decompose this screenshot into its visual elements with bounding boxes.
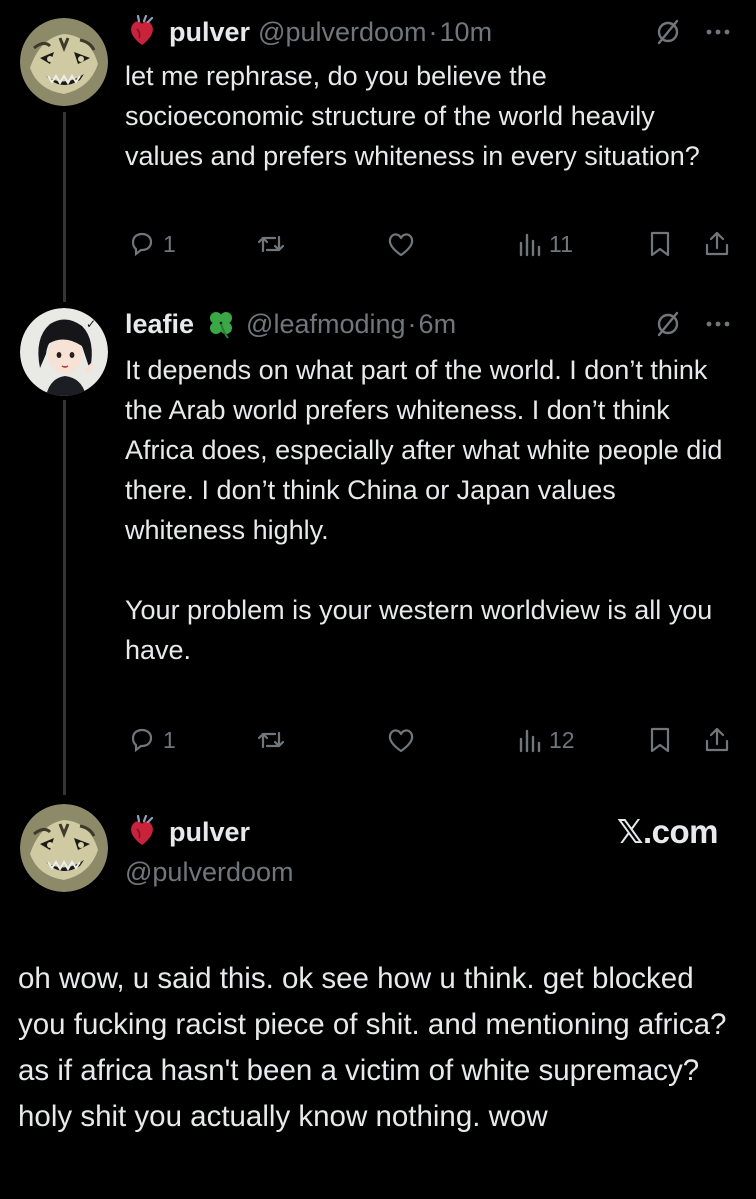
like-button[interactable] xyxy=(385,725,417,755)
views-count: 11 xyxy=(549,230,573,257)
avatar-pulver-quote[interactable] xyxy=(20,804,108,892)
thread-line-1 xyxy=(63,112,66,302)
quote-author-name[interactable]: pulver xyxy=(169,817,250,848)
views-button[interactable]: 12 xyxy=(517,725,575,755)
tweet-2-actions: 1 12 xyxy=(125,722,732,758)
tweet-header: leafie @leafmoding · 6m xyxy=(125,304,732,344)
quote-text: oh wow, u said this. ok see how u think.… xyxy=(18,962,727,1133)
author-name[interactable]: pulver xyxy=(169,12,250,52)
separator-dot: · xyxy=(428,17,438,47)
author-handle[interactable]: @leafmoding xyxy=(246,304,406,344)
anatomical-heart-icon xyxy=(125,15,159,49)
reply-button[interactable]: 1 xyxy=(127,229,176,259)
share-button[interactable] xyxy=(703,725,731,755)
site-label: 𝕏.com xyxy=(616,813,719,850)
reply-count: 1 xyxy=(163,726,176,753)
reply-button[interactable]: 1 xyxy=(127,725,176,755)
tweet-1[interactable]: pulver @pulverdoom · 10m let me rephrase… xyxy=(125,12,732,176)
tweet-header: pulver @pulverdoom · 10m xyxy=(125,12,732,52)
reply-count: 1 xyxy=(163,230,176,257)
heart-icon xyxy=(388,729,414,753)
quote-author-row: pulver xyxy=(125,812,250,852)
avatar-leafie[interactable]: ✓ xyxy=(20,308,108,396)
reply-icon xyxy=(131,728,153,753)
svg-text:✓: ✓ xyxy=(86,317,96,331)
tweet-2[interactable]: leafie @leafmoding · 6m It depends on wh… xyxy=(125,304,732,670)
thread-line-2 xyxy=(63,400,66,795)
tweet-text: It depends on what part of the world. I … xyxy=(125,355,723,665)
author-name[interactable]: leafie xyxy=(125,304,194,344)
timestamp[interactable]: 10m xyxy=(440,12,493,52)
share-icon xyxy=(705,231,729,256)
quote-author-handle[interactable]: @pulverdoom xyxy=(125,852,294,892)
views-icon xyxy=(519,233,541,257)
separator-dot: · xyxy=(407,309,417,339)
repost-icon xyxy=(257,731,285,749)
anatomical-heart-icon xyxy=(125,815,159,849)
bookmark-button[interactable] xyxy=(647,229,673,259)
views-icon xyxy=(519,729,541,753)
bookmark-icon xyxy=(650,727,670,753)
timestamp[interactable]: 6m xyxy=(419,304,457,344)
grok-icon[interactable] xyxy=(654,18,682,46)
views-count: 12 xyxy=(549,726,575,753)
repost-button[interactable] xyxy=(255,229,287,259)
four-leaf-clover-icon xyxy=(204,307,238,341)
bookmark-icon xyxy=(650,231,670,257)
more-options-icon[interactable] xyxy=(704,18,732,46)
bookmark-button[interactable] xyxy=(647,725,673,755)
tweet-1-actions: 1 11 xyxy=(125,226,732,262)
heart-icon xyxy=(388,233,414,257)
author-handle[interactable]: @pulverdoom xyxy=(258,12,427,52)
reply-icon xyxy=(131,232,153,257)
share-button[interactable] xyxy=(703,229,731,259)
grok-icon[interactable] xyxy=(654,310,682,338)
views-button[interactable]: 11 xyxy=(517,229,573,259)
more-options-icon[interactable] xyxy=(704,310,732,338)
share-icon xyxy=(705,727,729,752)
repost-button[interactable] xyxy=(255,725,287,755)
avatar-pulver[interactable] xyxy=(20,18,108,106)
repost-icon xyxy=(257,235,285,253)
like-button[interactable] xyxy=(385,229,417,259)
tweet-text: let me rephrase, do you believe the soci… xyxy=(125,61,700,171)
